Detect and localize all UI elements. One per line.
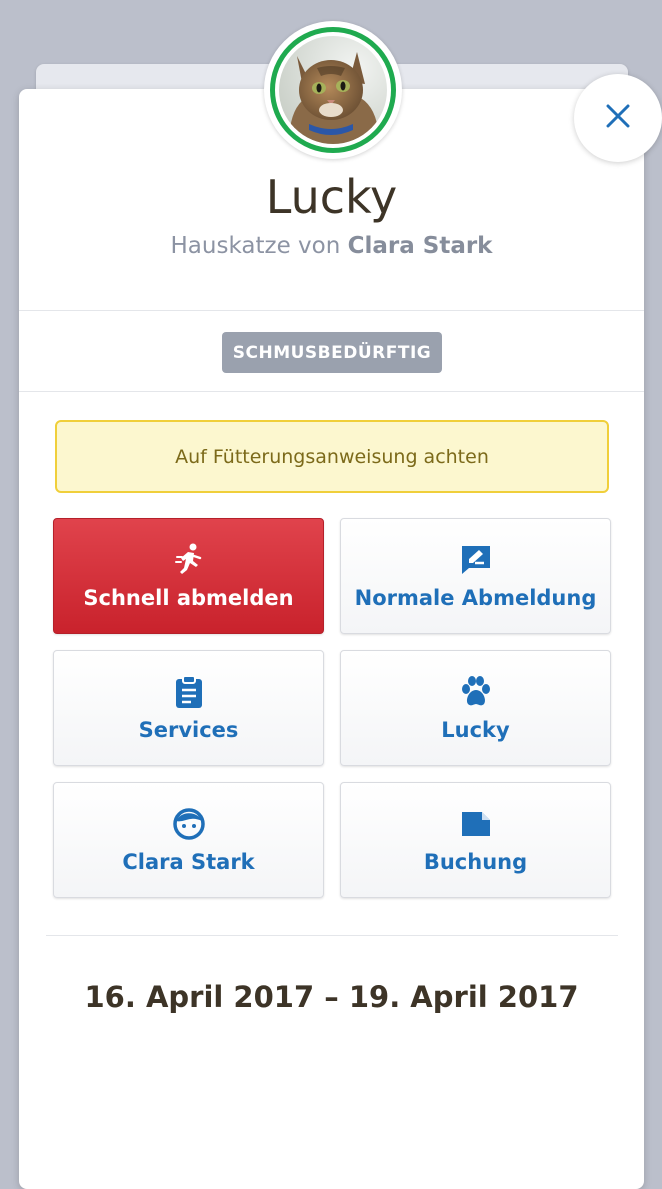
subtitle-prefix: Hauskatze von (170, 233, 341, 259)
running-person-icon (174, 542, 204, 578)
close-icon (605, 103, 631, 133)
pet-profile-button[interactable]: Lucky (340, 650, 611, 766)
avatar (264, 21, 402, 159)
note-icon (460, 806, 492, 842)
paw-icon (459, 674, 493, 710)
owner-name: Clara Stark (347, 233, 493, 259)
close-button[interactable] (574, 74, 662, 162)
normal-checkout-label: Normale Abmeldung (354, 586, 597, 610)
divider (46, 935, 618, 936)
status-badge: SCHMUSBEDÜRFTIG (222, 332, 442, 373)
edit-message-icon (459, 542, 493, 578)
booking-date-range: 16. April 2017 – 19. April 2017 (84, 980, 579, 1014)
owner-profile-label: Clara Stark (122, 850, 255, 874)
pet-name: Lucky (265, 170, 398, 224)
services-button[interactable]: Services (53, 650, 324, 766)
booking-button[interactable]: Buchung (340, 782, 611, 898)
divider (19, 310, 644, 311)
face-icon (172, 806, 206, 842)
cat-photo (279, 36, 387, 144)
feeding-notice: Auf Fütterungsanweisung achten (55, 420, 609, 493)
quick-checkout-button[interactable]: Schnell abmelden (53, 518, 324, 634)
booking-label: Buchung (423, 850, 528, 874)
normal-checkout-button[interactable]: Normale Abmeldung (340, 518, 611, 634)
divider (19, 391, 644, 392)
pet-subtitle: Hauskatze von Clara Stark (19, 233, 644, 259)
clipboard-icon (174, 674, 204, 710)
pet-profile-label: Lucky (441, 718, 510, 742)
quick-checkout-label: Schnell abmelden (83, 586, 294, 610)
avatar-ring (270, 27, 396, 153)
services-label: Services (138, 718, 239, 742)
owner-profile-button[interactable]: Clara Stark (53, 782, 324, 898)
